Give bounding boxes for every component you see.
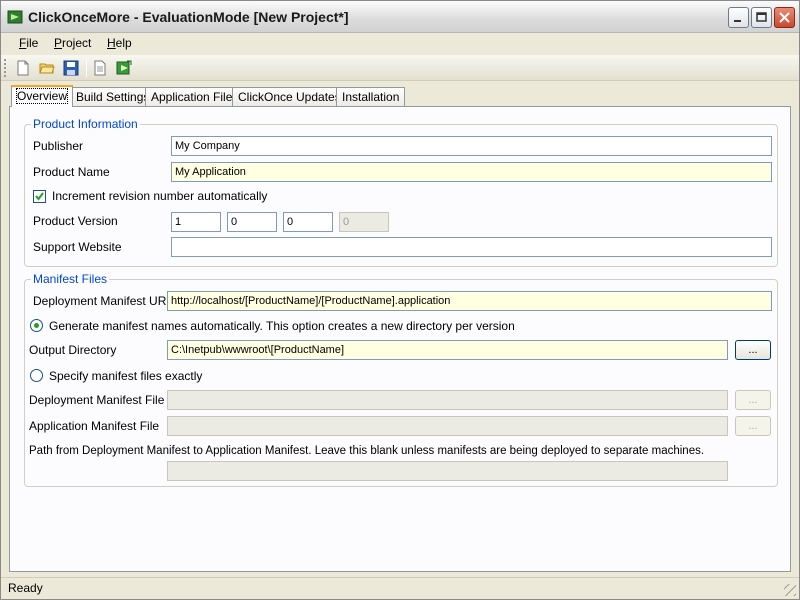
- tab-build-settings[interactable]: Build Settings: [70, 87, 156, 106]
- close-button[interactable]: [774, 7, 795, 28]
- output-directory-label: Output Directory: [29, 343, 117, 357]
- version-minor-input[interactable]: [227, 212, 277, 232]
- clickonce-app-icon: [7, 9, 23, 25]
- window-title: ClickOnceMore - EvaluationMode [New Proj…: [28, 9, 349, 25]
- version-build-input[interactable]: [283, 212, 333, 232]
- menu-bar: File Project Help: [1, 33, 799, 55]
- status-text: Ready: [8, 581, 43, 595]
- maximize-icon: [756, 12, 767, 22]
- version-major-input[interactable]: [171, 212, 221, 232]
- new-project-button[interactable]: [13, 58, 33, 78]
- toolbar: [1, 55, 799, 81]
- support-website-input[interactable]: [171, 237, 772, 257]
- status-bar: Ready: [1, 577, 799, 599]
- minimize-button[interactable]: [728, 7, 749, 28]
- support-website-label: Support Website: [33, 240, 122, 254]
- app-window: ClickOnceMore - EvaluationMode [New Proj…: [0, 0, 800, 600]
- product-version-label: Product Version: [33, 214, 118, 228]
- increment-revision-checkbox[interactable]: [33, 190, 46, 203]
- toolbar-separator: [86, 59, 87, 77]
- generate-auto-label: Generate manifest names automatically. T…: [49, 319, 515, 333]
- deployment-file-label: Deployment Manifest File: [29, 393, 165, 407]
- application-file-label: Application Manifest File: [29, 419, 160, 433]
- resize-grip-icon[interactable]: [784, 584, 796, 596]
- increment-revision-label: Increment revision number automatically: [52, 189, 268, 203]
- menu-project[interactable]: Project: [54, 36, 91, 50]
- menu-file[interactable]: File: [19, 36, 38, 50]
- deployment-url-input[interactable]: [167, 291, 772, 311]
- open-folder-icon: [39, 63, 55, 74]
- application-file-input: [167, 416, 728, 436]
- tab-overview[interactable]: Overview: [11, 85, 74, 107]
- page-button[interactable]: [90, 58, 110, 78]
- deployment-url-label: Deployment Manifest URL: [33, 294, 174, 308]
- application-file-browse-button: ...: [735, 416, 771, 436]
- output-directory-browse-button[interactable]: ...: [735, 340, 771, 360]
- new-document-icon: [17, 60, 29, 76]
- specify-exact-radio[interactable]: [30, 369, 43, 382]
- manifest-path-label: Path from Deployment Manifest to Applica…: [29, 445, 705, 457]
- publisher-input[interactable]: [171, 136, 772, 156]
- tab-application-files[interactable]: Application Files: [145, 87, 245, 106]
- build-button[interactable]: [114, 58, 134, 78]
- title-bar[interactable]: ClickOnceMore - EvaluationMode [New Proj…: [1, 1, 799, 33]
- manifest-files-title: Manifest Files: [31, 272, 110, 286]
- product-name-input[interactable]: [171, 162, 772, 182]
- publisher-label: Publisher: [33, 139, 84, 153]
- checkmark-icon: [35, 192, 44, 201]
- radio-selected-dot: [34, 323, 39, 328]
- open-project-button[interactable]: [37, 58, 57, 78]
- close-icon: [779, 12, 790, 23]
- version-revision-input: [339, 212, 389, 232]
- toolbar-grip[interactable]: [4, 59, 7, 77]
- product-name-label: Product Name: [33, 165, 110, 179]
- output-directory-input[interactable]: [167, 340, 728, 360]
- deployment-file-input: [167, 390, 728, 410]
- save-project-button[interactable]: [61, 58, 81, 78]
- product-information-title: Product Information: [31, 117, 140, 131]
- generate-auto-radio[interactable]: [30, 319, 43, 332]
- tab-clickonce-updates[interactable]: ClickOnce Updates: [232, 87, 347, 106]
- tab-installation[interactable]: Installation: [336, 87, 406, 106]
- save-icon: [63, 60, 79, 76]
- page-icon: [94, 60, 106, 76]
- minimize-icon: [734, 20, 741, 22]
- specify-exact-label: Specify manifest files exactly: [49, 369, 203, 383]
- maximize-button[interactable]: [751, 7, 772, 28]
- manifest-path-input: [167, 461, 728, 481]
- menu-help[interactable]: Help: [107, 36, 132, 50]
- build-publish-icon: [116, 60, 132, 75]
- deployment-file-browse-button: ...: [735, 390, 771, 410]
